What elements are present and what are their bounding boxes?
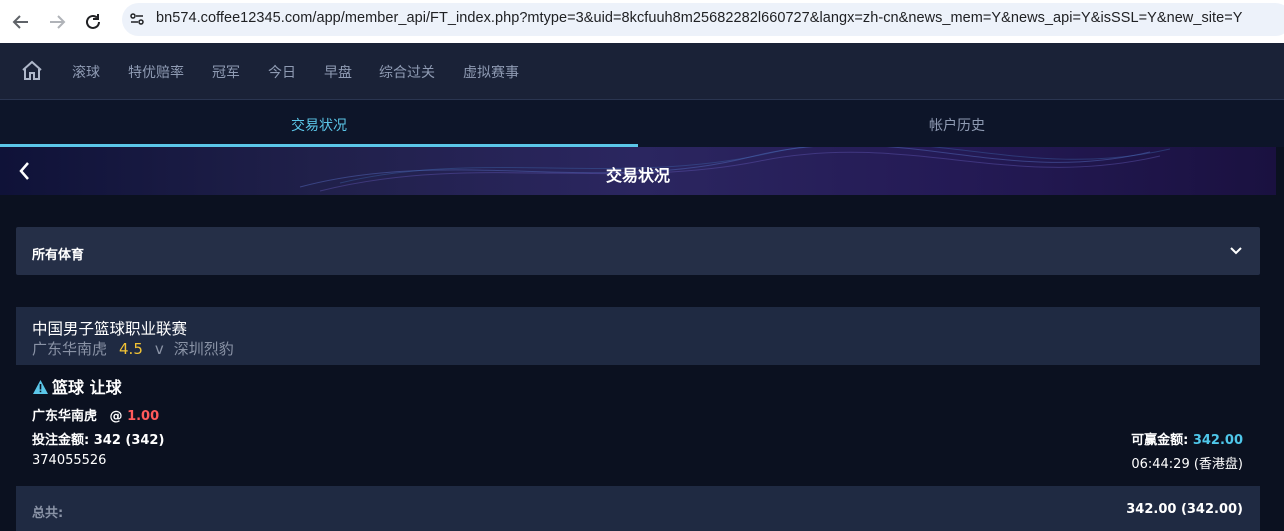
handicap-value: 4.5 <box>119 340 143 358</box>
stake-line: 投注金额: 342 (342) <box>32 429 164 448</box>
total-bar <box>16 486 1260 531</box>
nav-item-outright[interactable]: 冠军 <box>212 62 240 82</box>
match-line: 广东华南虎 4.5 v 深圳烈豹 <box>32 338 234 359</box>
forward-arrow-icon[interactable] <box>44 9 70 35</box>
away-team: 深圳烈豹 <box>173 340 234 358</box>
home-icon[interactable] <box>20 59 44 87</box>
chevron-down-icon[interactable] <box>1228 243 1244 263</box>
main-nav-bar <box>0 43 1284 100</box>
win-label: 可赢金额: <box>1131 433 1189 448</box>
league-name: 中国男子篮球职业联赛 <box>32 320 188 338</box>
url-text[interactable]: bn574.coffee12345.com/app/member_api/FT_… <box>156 10 1242 26</box>
sport-filter-dropdown[interactable] <box>16 227 1260 275</box>
reload-icon[interactable] <box>80 9 106 35</box>
tab-account-history[interactable]: 帐户历史 <box>638 115 1276 135</box>
page-title: 交易状况 <box>605 166 670 185</box>
potential-win-line: 可赢金额: 342.00 <box>1131 429 1243 448</box>
bet-type-label: 篮球 让球 <box>52 378 122 397</box>
bet-time: 06:44:29 (香港盘) <box>1131 457 1243 472</box>
nav-item-virtual[interactable]: 虚拟赛事 <box>463 62 519 82</box>
total-value: 342.00 (342.00) <box>1126 502 1243 517</box>
bet-type-title: 篮球 让球 <box>32 374 122 399</box>
tab-transaction-status[interactable]: 交易状况 <box>0 115 638 135</box>
selection-team: 广东华南虎 <box>32 409 98 424</box>
nav-item-live[interactable]: 滚球 <box>72 62 100 82</box>
nav-item-early[interactable]: 早盘 <box>324 62 352 82</box>
warning-icon <box>32 379 49 399</box>
odds-value: 1.00 <box>127 409 160 424</box>
selection-line: 广东华南虎 @ 1.00 <box>32 405 159 424</box>
sport-filter-label: 所有体育 <box>32 248 85 263</box>
ticket-id: 374055526 <box>32 453 107 468</box>
win-value: 342.00 <box>1192 433 1243 448</box>
stake-label: 投注金额: <box>32 433 90 448</box>
site-info-icon[interactable] <box>128 10 146 32</box>
home-team: 广东华南虎 <box>32 340 108 358</box>
versus-label: v <box>154 340 164 358</box>
nav-item-parlay[interactable]: 综合过关 <box>379 62 435 82</box>
total-label: 总共: <box>32 506 64 521</box>
browser-toolbar: bn574.coffee12345.com/app/member_api/FT_… <box>0 0 1284 43</box>
stake-value: 342 (342) <box>93 433 165 448</box>
nav-item-special-odds[interactable]: 特优赔率 <box>128 62 184 82</box>
odds-prefix: @ <box>109 409 123 424</box>
nav-item-today[interactable]: 今日 <box>268 62 296 82</box>
back-arrow-icon[interactable] <box>8 9 34 35</box>
